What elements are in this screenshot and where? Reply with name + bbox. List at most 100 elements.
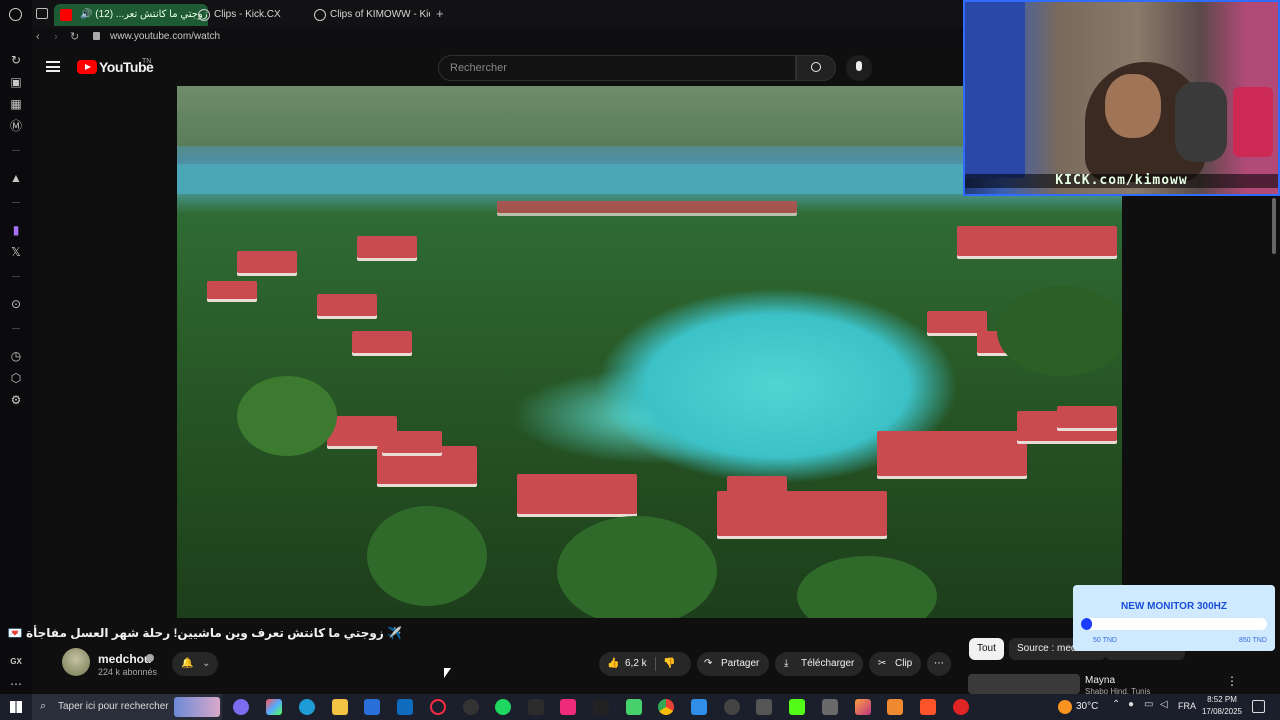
chip-all[interactable]: Tout — [969, 638, 1004, 660]
house-roof — [927, 311, 987, 333]
tree-cluster — [557, 516, 717, 618]
history-icon[interactable]: ◷ — [8, 348, 24, 364]
share-button[interactable]: ↷ Partager — [697, 652, 769, 676]
new-tab-button[interactable]: + — [436, 6, 444, 21]
thumbs-down-icon[interactable]: 👎 — [663, 652, 675, 676]
volume-icon[interactable]: ◁ — [1160, 699, 1168, 710]
gx-label[interactable]: GX — [8, 654, 24, 670]
suggestion-title[interactable]: Mayna — [1085, 675, 1115, 686]
refresh-icon[interactable]: ↻ — [8, 52, 24, 68]
more-icon[interactable]: ⋯ — [8, 676, 24, 692]
settings-icon[interactable]: ⚙ — [8, 392, 24, 408]
tiktok-icon[interactable] — [560, 699, 576, 715]
more-actions-button[interactable]: ⋯ — [927, 652, 951, 676]
grid-icon[interactable]: ▦ — [8, 96, 24, 112]
thumbs-up-icon[interactable]: 👍 — [607, 652, 619, 676]
menu-icon[interactable] — [46, 61, 60, 72]
speaker-icon[interactable]: 🔊 — [80, 9, 92, 20]
house-roof — [317, 294, 377, 316]
network-icon[interactable]: ▭ — [1144, 699, 1153, 710]
weather-temp[interactable]: 30°C — [1076, 701, 1098, 712]
outlook-icon[interactable] — [397, 699, 413, 715]
clip-label: Clip — [895, 658, 913, 669]
opera-logo-icon[interactable] — [9, 8, 22, 21]
microphone-arm — [1175, 82, 1227, 162]
channel-name[interactable]: medchou — [98, 652, 151, 666]
store-icon[interactable] — [266, 699, 282, 715]
spotify-icon[interactable] — [495, 699, 511, 715]
chevron-down-icon: ⌄ — [202, 658, 211, 669]
house-roof — [357, 236, 417, 258]
vscode-icon[interactable] — [691, 699, 707, 715]
browser-sidebar: ↻ ▣ ▦ Ⓜ ▲ ▮ 𝕏 ⊙ ◷ ⬡ ⚙ GX ⋯ — [0, 0, 32, 694]
kick-icon[interactable] — [789, 699, 805, 715]
tab-kimoww-clips[interactable]: Clips of KIMOWW - Kick.C — [308, 4, 430, 26]
ms-store-icon[interactable] — [364, 699, 380, 715]
search-button[interactable] — [796, 55, 836, 81]
language-indicator[interactable]: FRA — [1178, 701, 1196, 711]
download-button[interactable]: ⤓ Télécharger — [775, 652, 863, 676]
workspaces-icon[interactable] — [36, 8, 48, 19]
file-explorer-icon[interactable] — [332, 699, 348, 715]
taskbar-search-input[interactable]: Taper ici pour rechercher — [58, 701, 169, 712]
player-icon[interactable]: ⊙ — [8, 296, 24, 312]
clip-button[interactable]: ✂ Clip — [869, 652, 921, 676]
download-label: Télécharger — [801, 658, 855, 669]
x-icon[interactable]: 𝕏 — [8, 244, 24, 260]
url-field[interactable]: www.youtube.com/watch — [110, 31, 220, 42]
tree-cluster — [997, 286, 1122, 376]
channel-avatar[interactable] — [62, 648, 90, 676]
bag-icon[interactable]: ▣ — [8, 74, 24, 90]
app-icon[interactable] — [822, 699, 838, 715]
goal-progress-fill — [1081, 618, 1093, 630]
twitch-icon[interactable]: ▮ — [8, 222, 24, 238]
scissors-icon: ✂ — [878, 658, 887, 669]
instagram-icon[interactable] — [855, 699, 871, 715]
clock-date[interactable]: 17/08/2025 — [1199, 707, 1245, 716]
back-icon[interactable]: ‹ — [36, 31, 40, 43]
extensions-icon[interactable]: ⬡ — [8, 370, 24, 386]
youtube-logo-icon[interactable] — [77, 60, 97, 74]
like-dislike-group: 👍 6,2 k 👎 — [599, 652, 691, 676]
search-input[interactable]: Rechercher — [438, 55, 796, 81]
chrome-icon[interactable] — [658, 699, 674, 715]
aria-icon[interactable]: ▲ — [8, 170, 24, 186]
windows-start-icon[interactable] — [10, 701, 22, 713]
tab-label: Clips of KIMOWW - Kick.C — [330, 9, 430, 20]
tree-cluster — [367, 506, 487, 606]
taskbar-search[interactable]: ⌕ Taper ici pour rechercher — [32, 694, 222, 720]
app-icon[interactable] — [463, 699, 479, 715]
obs-icon[interactable] — [724, 699, 740, 715]
opera-gx-icon[interactable] — [430, 699, 446, 715]
voice-search-button[interactable] — [846, 55, 872, 81]
country-code: TN — [142, 58, 152, 65]
goal-progress-bar — [1081, 618, 1267, 630]
weather-icon[interactable] — [1058, 700, 1072, 714]
reload-icon[interactable]: ↻ — [70, 30, 79, 43]
tab-youtube[interactable]: 🔊 زوجتي ما كانتش تعر... (12) — [54, 4, 208, 26]
tab-label: Clips - Kick.CX — [214, 9, 281, 20]
app-icon[interactable] — [953, 699, 969, 715]
page-scrollbar[interactable] — [1272, 198, 1276, 254]
tray-chevron-icon[interactable]: ⌃ — [1112, 699, 1120, 710]
search-icon: ⌕ — [40, 700, 47, 712]
forward-icon[interactable]: › — [54, 31, 58, 43]
like-count[interactable]: 6,2 k — [625, 652, 647, 676]
tab-kick-clips[interactable]: Clips - Kick.CX — [192, 4, 308, 26]
mic-tray-icon[interactable]: ● — [1128, 699, 1134, 710]
copilot-icon[interactable] — [233, 699, 249, 715]
notifications-icon[interactable] — [1252, 700, 1265, 713]
gear-icon[interactable] — [756, 699, 772, 715]
house-roof — [237, 251, 297, 273]
brave-icon[interactable] — [920, 699, 936, 715]
app-icon[interactable] — [626, 699, 642, 715]
capcut-icon[interactable] — [593, 699, 609, 715]
edge-icon[interactable] — [299, 699, 315, 715]
m-icon[interactable]: Ⓜ — [8, 118, 24, 134]
clock-time[interactable]: 8:52 PM — [1202, 695, 1242, 704]
suggestion-thumbnail[interactable] — [968, 674, 1080, 694]
app-icon[interactable] — [528, 699, 544, 715]
app-icon[interactable] — [887, 699, 903, 715]
subscribe-bell-button[interactable]: 🔔 ⌄ — [172, 652, 218, 676]
suggestion-menu-icon[interactable]: ⋮ — [1226, 674, 1238, 688]
